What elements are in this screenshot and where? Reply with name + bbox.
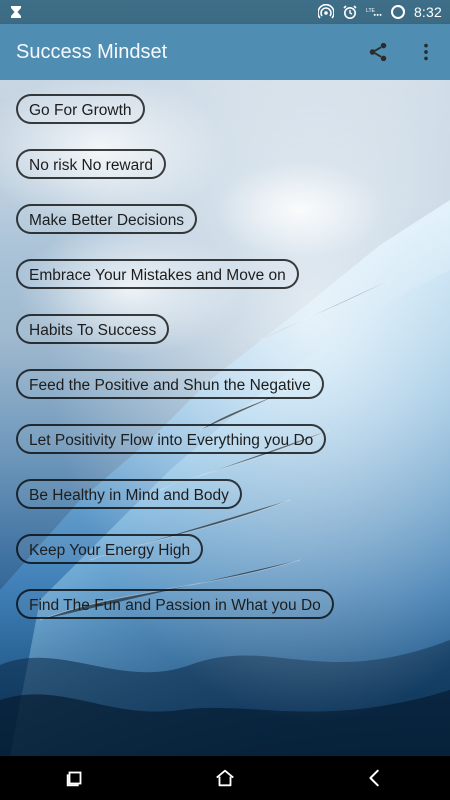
status-bar: LTE 8:32	[0, 0, 450, 24]
overflow-menu-icon	[424, 43, 428, 61]
list-item-embrace-mistakes[interactable]: Embrace Your Mistakes and Move on	[16, 259, 299, 289]
overflow-menu-button[interactable]	[412, 38, 440, 66]
list-item-find-fun-and-passion[interactable]: Find The Fun and Passion in What you Do	[16, 589, 334, 619]
status-right: LTE 8:32	[317, 4, 442, 20]
system-nav-bar	[0, 756, 450, 800]
back-button[interactable]	[351, 756, 399, 800]
share-button[interactable]	[364, 38, 392, 66]
recent-apps-icon	[66, 771, 82, 787]
list-item-no-risk-no-reward[interactable]: No risk No reward	[16, 149, 167, 179]
hourglass-icon	[8, 4, 24, 20]
app-bar: Success Mindset	[0, 24, 450, 80]
app-title: Success Mindset	[16, 40, 168, 63]
list-item-let-positivity-flow[interactable]: Let Positivity Flow into Everything you …	[16, 424, 327, 454]
lte-signal-icon: LTE	[366, 4, 382, 20]
share-icon	[369, 42, 387, 62]
battery-icon	[390, 4, 406, 20]
app-actions	[364, 38, 440, 66]
list-item-feed-the-positive[interactable]: Feed the Positive and Shun the Negative	[16, 369, 324, 399]
alarm-icon	[342, 4, 358, 20]
list-item-go-for-growth[interactable]: Go For Growth	[16, 94, 145, 124]
hotspot-icon	[317, 4, 334, 20]
list-item-keep-energy-high[interactable]: Keep Your Energy High	[16, 534, 204, 564]
recent-apps-button[interactable]	[51, 756, 99, 800]
home-icon	[216, 769, 234, 787]
svg-text:LTE: LTE	[366, 8, 376, 14]
success-topics-list: Go For Growth No risk No reward Make Bet…	[16, 94, 440, 619]
list-item-be-healthy[interactable]: Be Healthy in Mind and Body	[16, 479, 242, 509]
status-time: 8:32	[413, 4, 442, 20]
list-item-habits-to-success[interactable]: Habits To Success	[16, 314, 170, 344]
back-icon	[369, 769, 379, 787]
list-item-make-better-decisions[interactable]: Make Better Decisions	[16, 204, 198, 234]
status-left	[8, 4, 24, 20]
home-button[interactable]	[201, 756, 249, 800]
content-area: Go For Growth No risk No reward Make Bet…	[0, 80, 450, 756]
